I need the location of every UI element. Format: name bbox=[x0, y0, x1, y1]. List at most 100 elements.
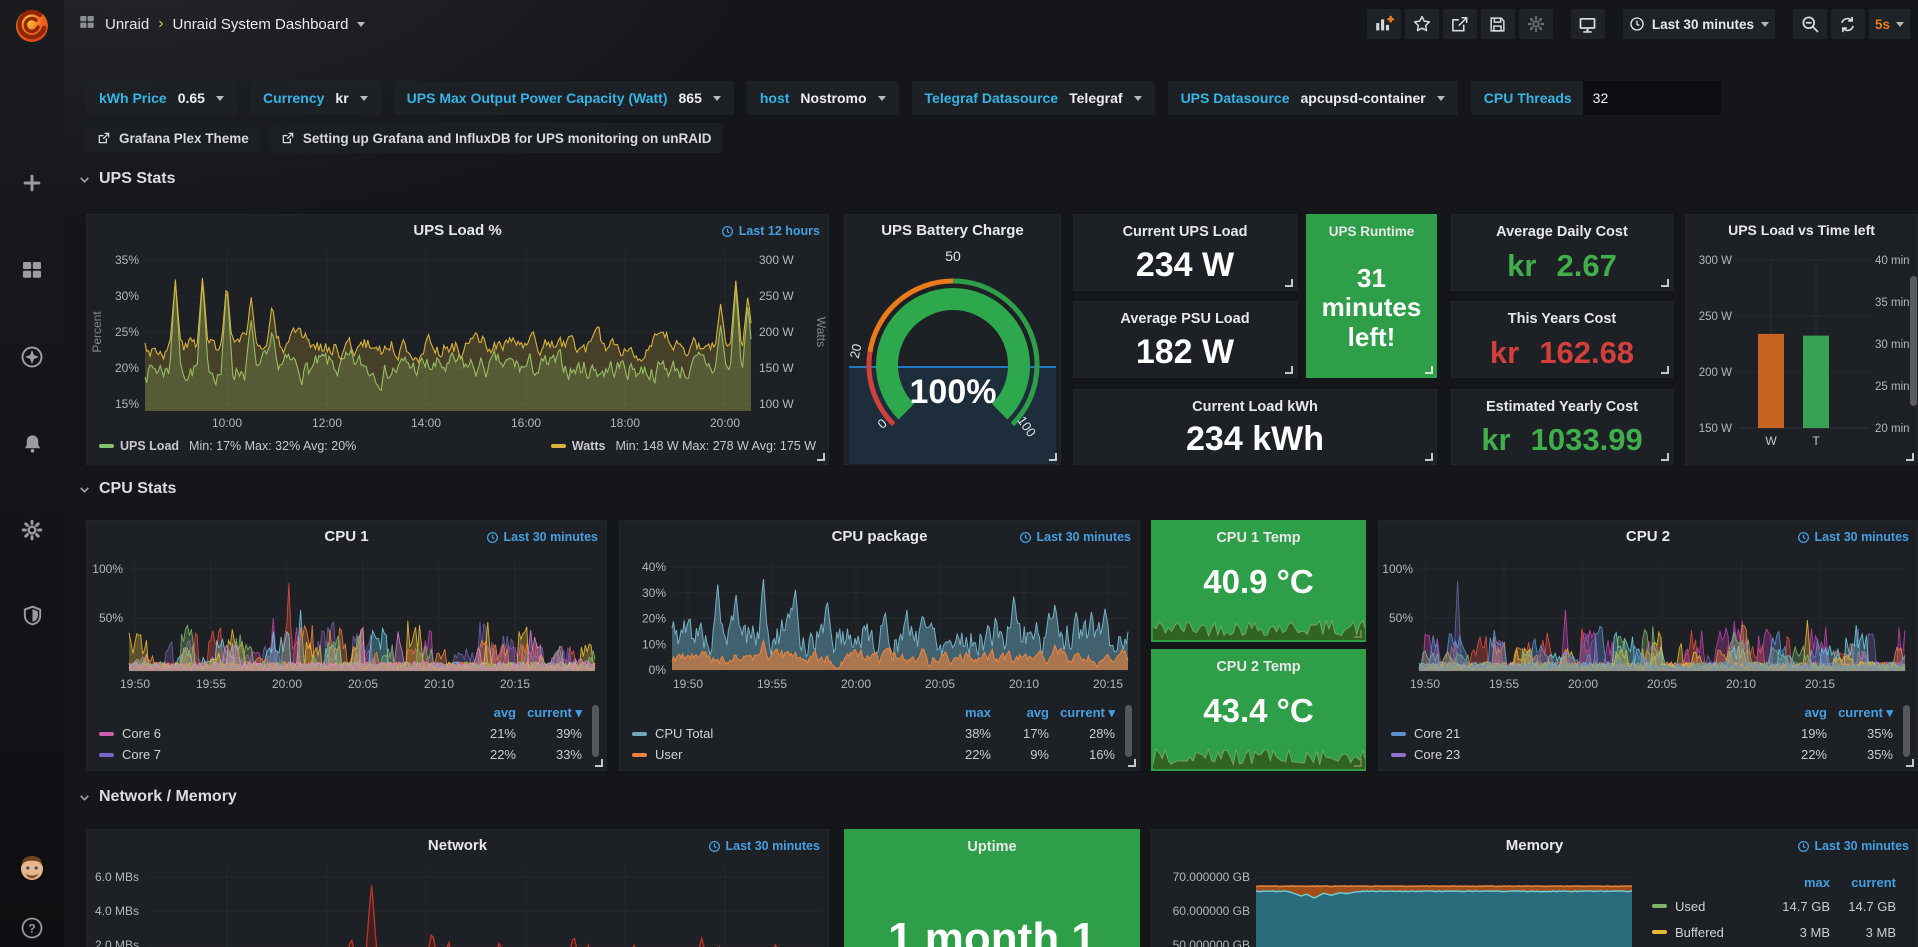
svg-text:50: 50 bbox=[945, 248, 961, 264]
legend-row: User22%9%16% bbox=[632, 744, 1115, 765]
svg-text:35%: 35% bbox=[115, 253, 139, 267]
legend-series-name[interactable]: Buffered bbox=[1652, 925, 1772, 940]
ups-load-chart[interactable]: 35%30%25%20%15%300 W250 W200 W150 W100 W… bbox=[87, 215, 828, 464]
legend-series-name[interactable]: Core 6 bbox=[99, 726, 458, 741]
svg-text:25 min: 25 min bbox=[1875, 381, 1910, 393]
chevron-down-icon bbox=[78, 483, 91, 496]
legend-column-current[interactable]: current ▾ bbox=[1049, 705, 1115, 721]
user-avatar[interactable] bbox=[0, 846, 64, 890]
variable-value[interactable]: kr bbox=[335, 90, 348, 106]
variable-kwh-price[interactable]: kWh Price0.65 bbox=[86, 81, 237, 115]
refresh-button[interactable] bbox=[1831, 9, 1865, 39]
variable-telegraf-datasource[interactable]: Telegraf DatasourceTelegraf bbox=[912, 81, 1155, 115]
legend-scrollbar[interactable] bbox=[1903, 705, 1910, 757]
refresh-interval-picker[interactable]: 5s bbox=[1869, 9, 1910, 39]
zoom-out-button[interactable] bbox=[1793, 9, 1827, 39]
variable-value[interactable]: Telegraf bbox=[1069, 90, 1122, 106]
svg-text:20:00: 20:00 bbox=[272, 677, 302, 691]
legend-column-max[interactable]: max bbox=[1772, 875, 1830, 890]
load-vs-time-bar-chart: 300 W250 W200 W150 W40 min35 min30 min25… bbox=[1686, 215, 1917, 464]
add-panel-button[interactable] bbox=[1367, 9, 1401, 39]
legend-item[interactable]: UPS LoadMin: 17% Max: 32% Avg: 20% bbox=[99, 439, 356, 453]
panel-title[interactable]: UPS Load % bbox=[87, 222, 828, 239]
dashboard-link[interactable]: Setting up Grafana and InfluxDB for UPS … bbox=[270, 123, 723, 153]
legend-column-current[interactable]: current ▾ bbox=[1827, 705, 1893, 721]
stat-title[interactable]: Uptime bbox=[845, 839, 1139, 855]
kiosk-tv-button[interactable] bbox=[1571, 9, 1605, 39]
legend-column-current[interactable]: current ▾ bbox=[516, 705, 582, 721]
panel-title[interactable]: UPS Battery Charge bbox=[845, 222, 1060, 239]
section-network-memory[interactable]: Network / Memory bbox=[78, 788, 237, 806]
legend-value: 35% bbox=[1827, 726, 1893, 741]
chevron-down-icon bbox=[713, 96, 721, 101]
legend-series-name[interactable]: Core 21 bbox=[1391, 726, 1769, 741]
variable-value[interactable]: apcupsd-container bbox=[1301, 90, 1426, 106]
variable-host[interactable]: hostNostromo bbox=[747, 81, 899, 115]
legend-column-current[interactable]: current bbox=[1830, 875, 1896, 890]
share-button[interactable] bbox=[1443, 9, 1477, 39]
panel-average-daily-cost: Average Daily Cost kr2.67 bbox=[1451, 214, 1673, 291]
stat-title[interactable]: Estimated Yearly Cost bbox=[1452, 399, 1672, 415]
add-icon[interactable] bbox=[0, 161, 64, 205]
grafana-logo-icon[interactable] bbox=[13, 6, 51, 44]
time-override-badge: Last 30 minutes bbox=[708, 839, 820, 853]
variable-cpu-threads[interactable]: CPU Threads32 bbox=[1471, 81, 1721, 115]
legend-scrollbar[interactable] bbox=[1125, 705, 1132, 757]
chevron-down-icon bbox=[1761, 22, 1769, 27]
stat-value: 1 month 1 bbox=[845, 914, 1139, 947]
legend-column-avg[interactable]: avg bbox=[458, 705, 516, 720]
variable-value[interactable]: 0.65 bbox=[178, 90, 205, 106]
legend-series-name[interactable]: Core 7 bbox=[99, 747, 458, 762]
breadcrumb-folder[interactable]: Unraid bbox=[105, 16, 149, 33]
legend-item[interactable]: WattsMin: 148 W Max: 278 W Avg: 175 W bbox=[551, 439, 816, 453]
variable-ups-max-output-power-capacity-watt-[interactable]: UPS Max Output Power Capacity (Watt)865 bbox=[394, 81, 734, 115]
alerting-bell-icon[interactable] bbox=[0, 421, 64, 465]
stat-title[interactable]: CPU 2 Temp bbox=[1152, 659, 1365, 675]
save-button[interactable] bbox=[1481, 9, 1515, 39]
legend-column-avg[interactable]: avg bbox=[991, 705, 1049, 720]
help-icon[interactable]: ? bbox=[0, 906, 64, 947]
stat-title[interactable]: This Years Cost bbox=[1452, 311, 1672, 327]
stat-title[interactable]: Current UPS Load bbox=[1074, 224, 1296, 240]
legend-column-max[interactable]: max bbox=[933, 705, 991, 720]
stat-title[interactable]: Average PSU Load bbox=[1074, 311, 1296, 327]
dashboard-title[interactable]: Unraid System Dashboard bbox=[173, 16, 349, 33]
chevron-down-icon[interactable] bbox=[357, 22, 365, 27]
dashboard-grid-icon[interactable] bbox=[78, 13, 96, 35]
variable-input[interactable]: 32 bbox=[1583, 81, 1721, 115]
legend-column-avg[interactable]: avg bbox=[1769, 705, 1827, 720]
page-scrollbar[interactable] bbox=[1910, 276, 1917, 406]
section-cpu-stats[interactable]: CPU Stats bbox=[78, 480, 176, 498]
legend-series-name[interactable]: User bbox=[632, 747, 933, 762]
section-ups-stats[interactable]: UPS Stats bbox=[78, 170, 175, 188]
stat-title[interactable]: CPU 1 Temp bbox=[1152, 530, 1365, 546]
stat-title[interactable]: Average Daily Cost bbox=[1452, 224, 1672, 240]
configuration-gear-icon[interactable] bbox=[0, 508, 64, 552]
svg-text:40 min: 40 min bbox=[1875, 255, 1910, 267]
chevron-down-icon bbox=[360, 96, 368, 101]
variable-value[interactable]: Nostromo bbox=[800, 90, 866, 106]
legend-series-name[interactable]: CPU Total bbox=[632, 726, 933, 741]
explore-compass-icon[interactable] bbox=[0, 335, 64, 379]
variable-value[interactable]: 865 bbox=[679, 90, 702, 106]
svg-text:19:50: 19:50 bbox=[120, 677, 150, 691]
breadcrumb[interactable]: Unraid › Unraid System Dashboard bbox=[78, 13, 365, 35]
admin-shield-icon[interactable] bbox=[0, 593, 64, 637]
panel-cpu-1: CPU 1 Last 30 minutes 100%50%19:5019:552… bbox=[86, 520, 607, 771]
clock-icon bbox=[1797, 531, 1810, 544]
variable-currency[interactable]: Currencykr bbox=[250, 81, 381, 115]
star-button[interactable] bbox=[1405, 9, 1439, 39]
stat-title[interactable]: Current Load kWh bbox=[1074, 399, 1436, 415]
legend-series-name[interactable]: Core 23 bbox=[1391, 747, 1769, 762]
stat-title[interactable]: UPS Runtime bbox=[1307, 224, 1436, 239]
legend-scrollbar[interactable] bbox=[592, 705, 599, 757]
svg-text:100%: 100% bbox=[910, 373, 997, 411]
legend-series-name[interactable]: Used bbox=[1652, 899, 1772, 914]
dashboards-icon[interactable] bbox=[0, 248, 64, 292]
time-range-picker[interactable]: Last 30 minutes bbox=[1623, 9, 1775, 39]
variable-ups-datasource[interactable]: UPS Datasourceapcupsd-container bbox=[1168, 81, 1458, 115]
refresh-interval-label: 5s bbox=[1875, 17, 1890, 32]
dashboard-settings-button[interactable] bbox=[1519, 9, 1553, 39]
dashboard-link[interactable]: Grafana Plex Theme bbox=[86, 123, 260, 153]
panel-title[interactable]: UPS Load vs Time left bbox=[1686, 222, 1917, 238]
